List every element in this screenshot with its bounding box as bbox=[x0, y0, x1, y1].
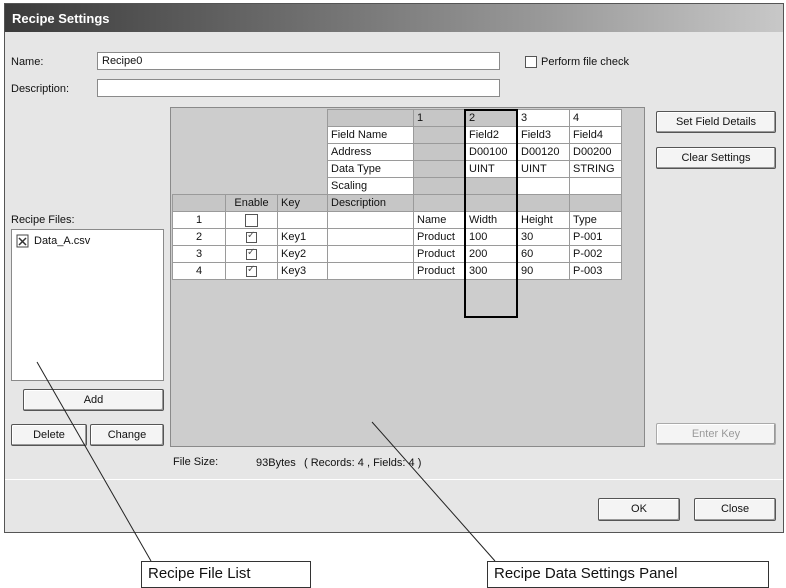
callout-leader-lines bbox=[36, 361, 496, 562]
recipe-file-list-callout-text: Recipe File List bbox=[148, 565, 251, 582]
recipe-data-settings-panel-callout: Recipe Data Settings Panel bbox=[487, 561, 769, 588]
recipe-data-settings-panel-callout-text: Recipe Data Settings Panel bbox=[494, 565, 678, 582]
recipe-file-list-callout: Recipe File List bbox=[141, 561, 311, 588]
